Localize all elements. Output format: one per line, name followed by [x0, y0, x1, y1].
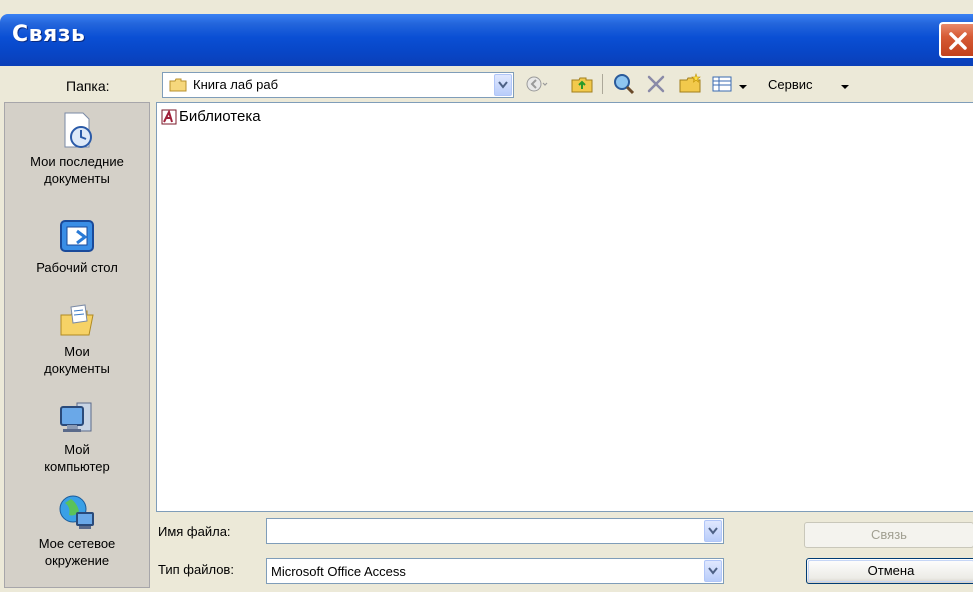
- toolbar-separator: [602, 74, 603, 94]
- place-recent-documents[interactable]: Мои последние документы: [5, 111, 149, 187]
- place-label: Мое сетевое окружение: [38, 536, 116, 568]
- chevron-down-icon: [498, 81, 508, 89]
- back-button[interactable]: [524, 72, 548, 96]
- chevron-down-icon: [708, 567, 718, 575]
- cancel-button[interactable]: Отмена: [806, 558, 973, 584]
- access-database-icon: [161, 109, 177, 125]
- place-label: Рабочий стол: [36, 260, 118, 275]
- place-my-documents[interactable]: Мои документы: [5, 301, 149, 377]
- file-list[interactable]: Библиотека: [156, 102, 973, 512]
- close-icon: [949, 32, 967, 50]
- file-name-label: Имя файла:: [158, 524, 231, 539]
- file-name-dropdown-button[interactable]: [704, 520, 722, 542]
- desktop-icon: [60, 220, 94, 252]
- search-web-button[interactable]: [612, 72, 636, 96]
- chevron-down-icon: [708, 527, 718, 535]
- back-icon: [526, 76, 548, 92]
- place-label: Мой компьютер: [44, 442, 110, 474]
- up-folder-button[interactable]: [570, 72, 594, 96]
- file-type-label: Тип файлов:: [158, 562, 234, 577]
- place-label: Мои документы: [44, 344, 110, 376]
- new-folder-icon: [679, 73, 701, 93]
- folder-dropdown-button[interactable]: [494, 74, 512, 96]
- tools-menu[interactable]: Сервис: [768, 77, 813, 92]
- file-type-dropdown-button[interactable]: [704, 560, 722, 582]
- window-title: Связь: [12, 22, 86, 47]
- recent-documents-icon: [64, 112, 92, 148]
- views-button[interactable]: [710, 72, 734, 96]
- tools-dropdown-icon[interactable]: [840, 84, 850, 90]
- folder-icon: [169, 78, 187, 92]
- place-label: Мои последние документы: [30, 154, 124, 186]
- place-my-computer[interactable]: Мой компьютер: [5, 399, 149, 475]
- places-bar: Мои последние документы Рабочий стол Мои…: [4, 102, 150, 588]
- file-name-input[interactable]: [266, 518, 724, 544]
- link-button[interactable]: Связь: [804, 522, 973, 548]
- network-places-icon: [59, 495, 94, 529]
- place-desktop[interactable]: Рабочий стол: [5, 217, 149, 276]
- views-dropdown-icon[interactable]: [738, 84, 748, 90]
- folder-value: Книга лаб раб: [193, 77, 279, 92]
- views-icon: [712, 76, 732, 92]
- place-network[interactable]: Мое сетевое окружение: [5, 493, 149, 569]
- title-bar[interactable]: Связь: [0, 14, 973, 66]
- delete-icon: [647, 75, 665, 93]
- folder-select[interactable]: Книга лаб раб: [162, 72, 514, 98]
- folder-label: Папка:: [66, 78, 110, 94]
- file-type-select[interactable]: Microsoft Office Access: [266, 558, 724, 584]
- close-button[interactable]: [939, 22, 973, 58]
- new-folder-button[interactable]: [678, 72, 702, 96]
- delete-button[interactable]: [644, 72, 668, 96]
- my-documents-icon: [60, 304, 94, 336]
- dialog-client: Папка: Книга лаб раб Сервис Мои последни…: [4, 66, 973, 592]
- up-folder-icon: [571, 77, 593, 93]
- search-icon: [614, 74, 635, 95]
- file-type-value: Microsoft Office Access: [271, 564, 406, 579]
- my-computer-icon: [60, 402, 92, 432]
- link-dialog: Связь Папка: Книга лаб раб Сервис Мои по…: [0, 0, 973, 592]
- file-name: Библиотека: [179, 108, 261, 125]
